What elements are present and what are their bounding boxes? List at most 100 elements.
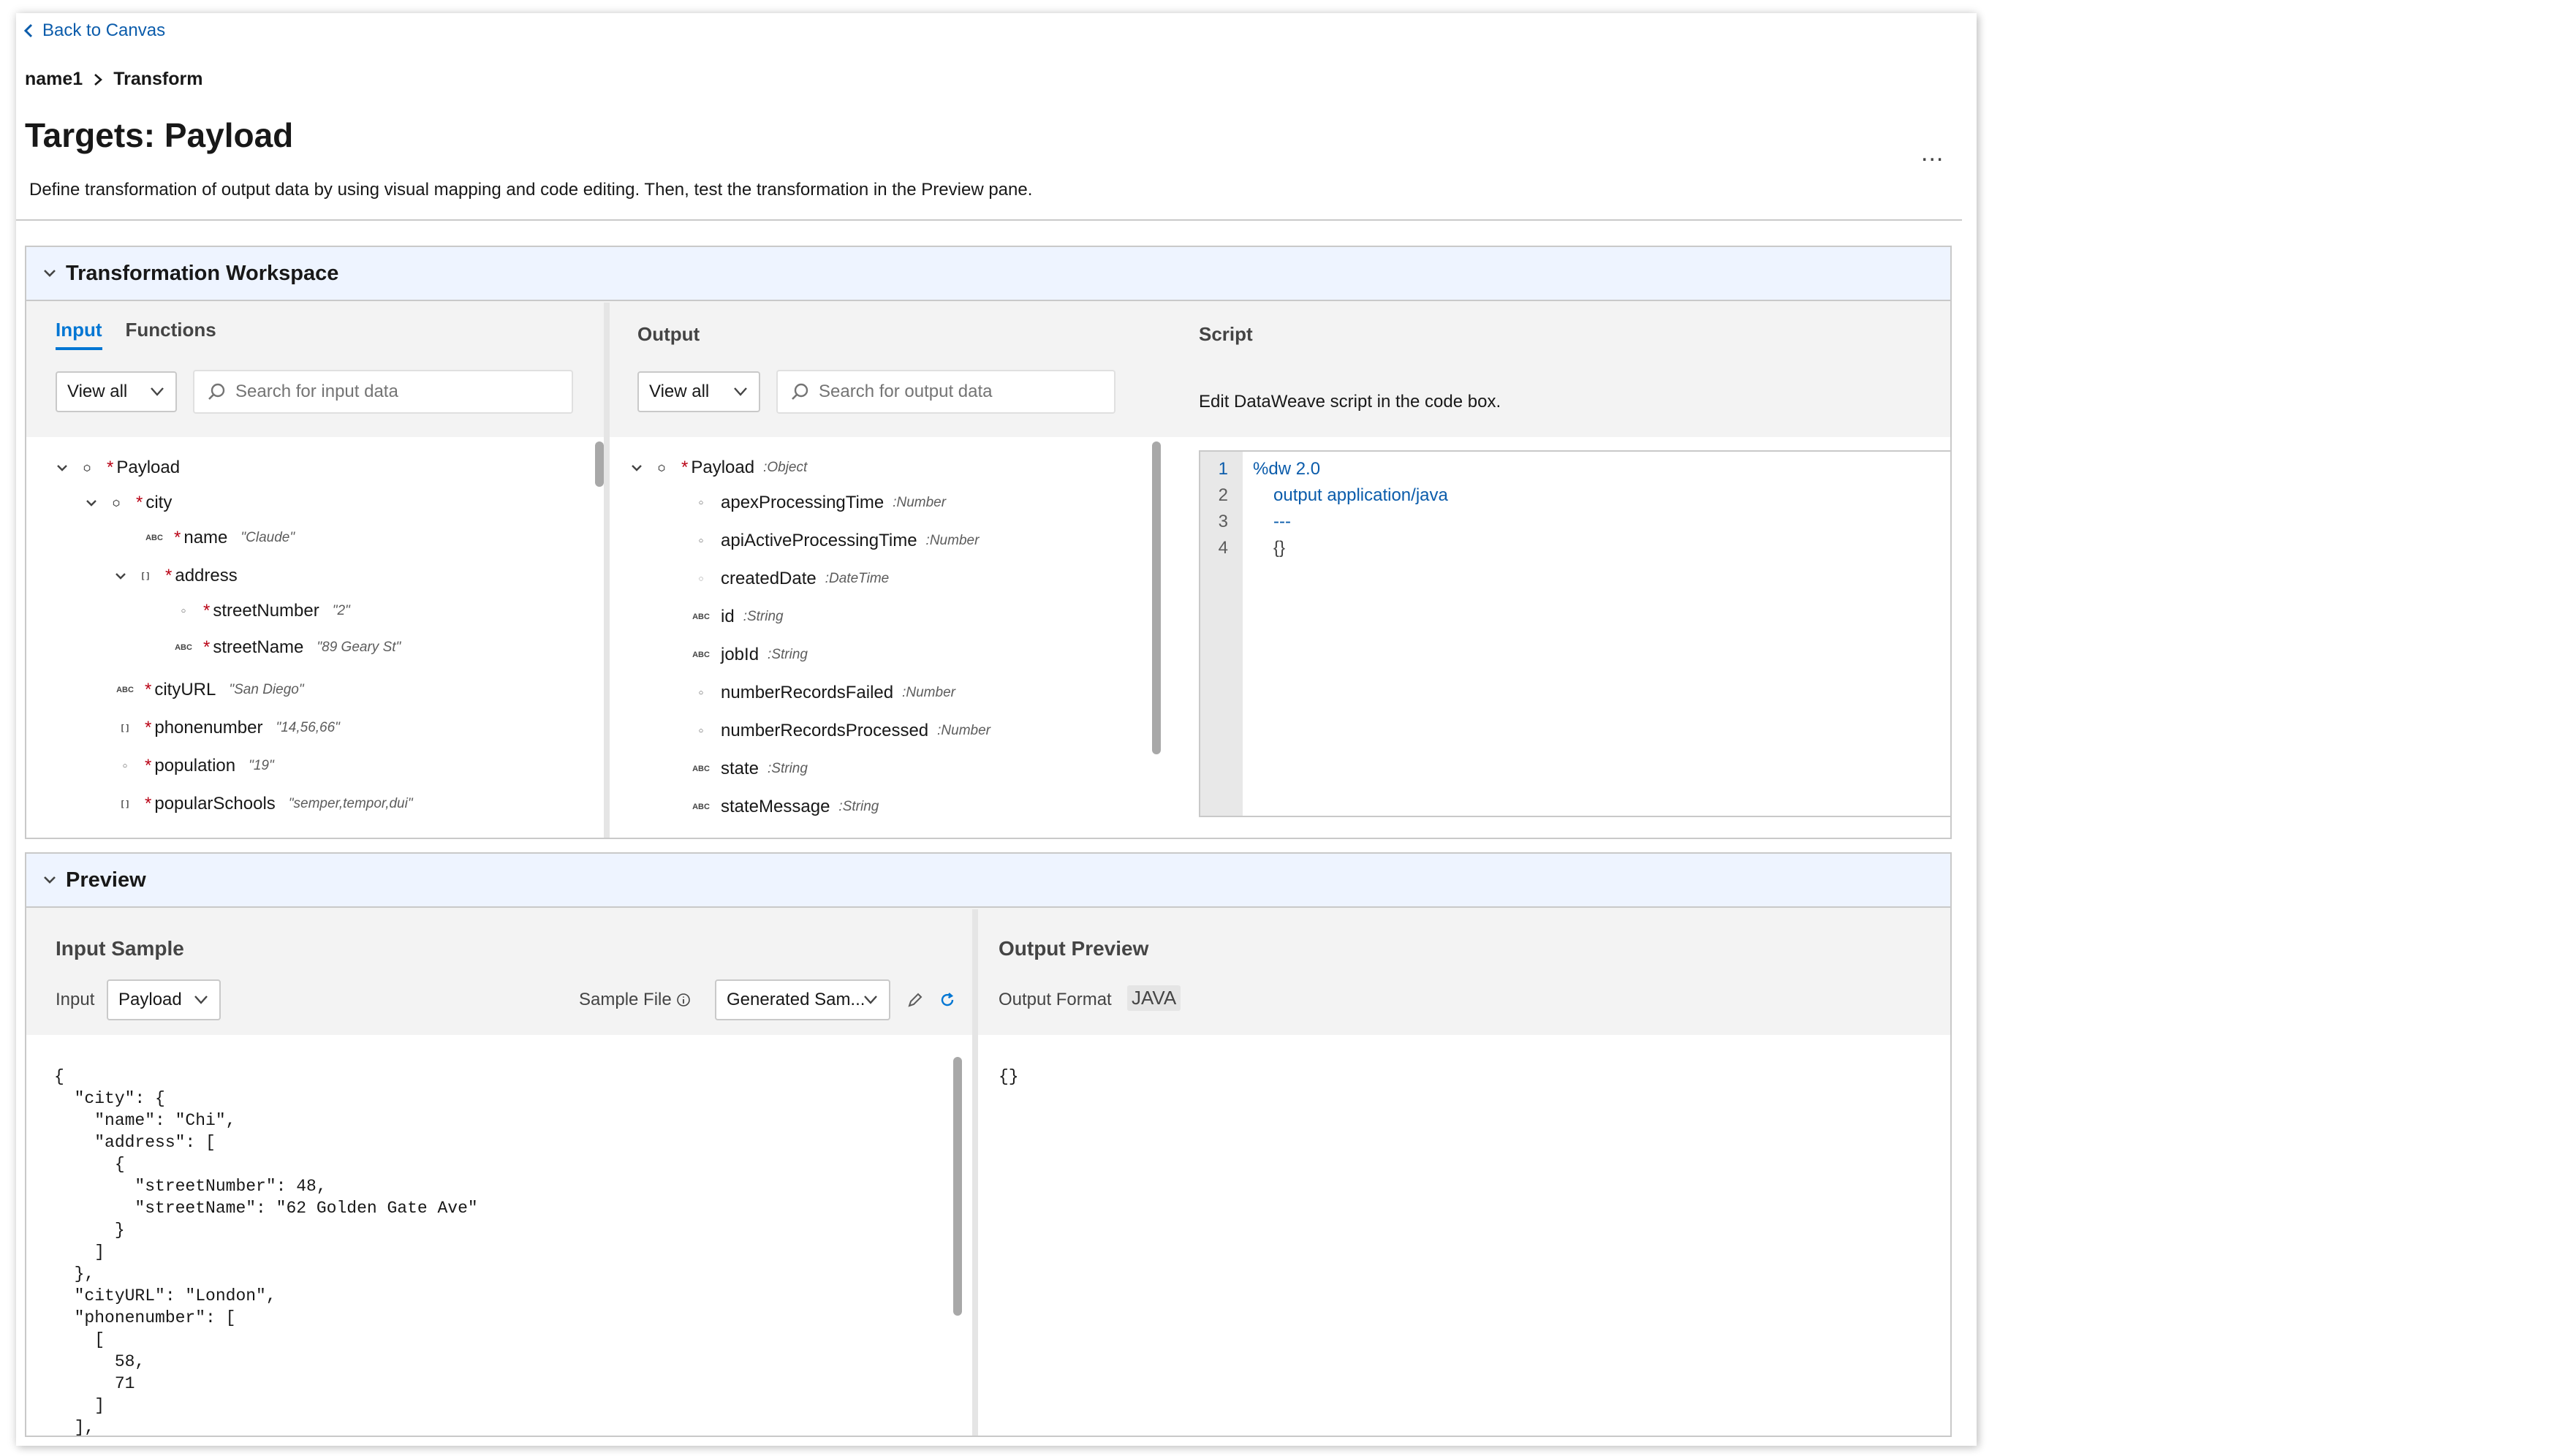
input-tree-row[interactable]: ABC * streetName "89 Geary St"	[175, 636, 401, 659]
refresh-icon[interactable]	[939, 991, 956, 1009]
input-search-input[interactable]	[235, 382, 572, 402]
chevron-down-icon[interactable]	[630, 461, 643, 474]
output-tree-row[interactable]: ○ apexProcessingTime :Number	[693, 491, 946, 515]
code-line[interactable]: %dw 2.0	[1253, 459, 1320, 479]
output-tree-row[interactable]: ○ numberRecordsProcessed :Number	[693, 719, 990, 743]
tree-node-label: cityURL	[154, 680, 216, 699]
tree-node-label: population	[154, 756, 236, 776]
output-preview-json: {}	[999, 1067, 1019, 1086]
info-icon[interactable]	[676, 993, 691, 1007]
number-icon: ○	[698, 727, 704, 735]
output-format-label: Output Format	[999, 990, 1112, 1009]
output-tree-row[interactable]: ABC jobId :String	[692, 643, 808, 667]
tree-node-label: streetName	[213, 637, 304, 657]
input-tree-scrollbar[interactable]	[595, 441, 604, 487]
input-view-select-value: View all	[67, 382, 128, 401]
column-divider	[604, 303, 610, 838]
chevron-down-icon[interactable]	[114, 569, 127, 583]
sample-value: "Claude"	[240, 530, 295, 545]
line-number: 3	[1218, 512, 1228, 531]
output-tree-row[interactable]: ◌ createdDate :DateTime	[693, 567, 890, 591]
chevron-left-icon	[23, 23, 33, 38]
sample-value: "semper,tempor,dui"	[288, 796, 413, 811]
sample-value: "San Diego"	[229, 682, 304, 697]
chevron-down-icon[interactable]	[56, 461, 69, 474]
tree-node-label: name	[183, 528, 228, 547]
type-label: :String	[743, 609, 784, 624]
sample-file-select[interactable]: Generated Sam...	[715, 979, 890, 1020]
output-tree-row[interactable]: ABC id :String	[692, 605, 784, 629]
script-code-editor[interactable]: 1 2 3 4 %dw 2.0 output application/java …	[1199, 450, 1950, 817]
output-preview-body: {}	[978, 1035, 1950, 1436]
tab-input[interactable]: Input	[56, 319, 102, 350]
input-tree-row[interactable]: [ ] * popularSchools "semper,tempor,dui"	[117, 792, 413, 816]
input-tree-row[interactable]: ABC * name "Claude"	[145, 526, 295, 550]
input-tree-row[interactable]: ⬡ * Payload	[56, 456, 180, 479]
tree-node-label: popularSchools	[154, 794, 276, 814]
number-icon: ○	[122, 762, 128, 770]
datetime-icon: ◌	[698, 575, 704, 583]
output-search-field[interactable]	[776, 370, 1115, 414]
breadcrumb-item-name1[interactable]: name1	[25, 69, 83, 90]
column-divider	[972, 909, 978, 1436]
type-label: :Number	[902, 685, 955, 700]
tree-node-label: apiActiveProcessingTime	[721, 531, 917, 550]
more-actions-button[interactable]: ...	[1921, 139, 1944, 167]
line-number: 1	[1218, 459, 1228, 479]
input-tree-row[interactable]: ⬡ * city	[85, 491, 172, 515]
input-sample-json[interactable]: { "city": { "name": "Chi", "address": [ …	[54, 1066, 478, 1436]
script-column-header: Script Edit DataWeave script in the code…	[1170, 303, 1950, 437]
input-search-field[interactable]	[193, 370, 573, 414]
tree-node-label: stateMessage	[721, 797, 830, 816]
chevron-down-icon[interactable]	[85, 496, 98, 509]
type-label: :Number	[937, 723, 990, 738]
tree-node-label: id	[721, 607, 735, 626]
output-tree-row[interactable]: ○ apiActiveProcessingTime :Number	[693, 529, 980, 553]
tab-functions[interactable]: Functions	[126, 319, 216, 350]
input-column: Input Functions View all ⬡ *	[26, 303, 604, 838]
preview-header[interactable]: Preview	[26, 854, 1950, 908]
text-icon: ABC	[692, 651, 710, 659]
type-label: :String	[838, 799, 879, 814]
edit-icon[interactable]	[906, 991, 924, 1009]
back-to-canvas-link[interactable]: Back to Canvas	[22, 20, 165, 41]
input-tree-row[interactable]: ○ * streetNumber "2"	[175, 599, 350, 623]
tree-node-label: city	[145, 493, 173, 512]
input-payload-select[interactable]: Payload	[107, 979, 221, 1020]
number-icon: ○	[181, 607, 186, 615]
output-tree-row[interactable]: ABC stateMessage :String	[692, 795, 879, 819]
code-line[interactable]: ---	[1273, 512, 1291, 532]
output-tree-scrollbar[interactable]	[1152, 441, 1161, 754]
output-format-value: JAVA	[1127, 985, 1181, 1011]
output-view-select-value: View all	[649, 382, 710, 401]
output-search-input[interactable]	[819, 382, 1114, 402]
header-divider	[16, 219, 1962, 221]
output-tree-row[interactable]: ABC state :String	[692, 757, 808, 781]
object-icon: ⬡	[658, 463, 665, 473]
text-icon: ABC	[692, 613, 710, 621]
code-line[interactable]: output application/java	[1273, 485, 1448, 506]
required-marker: *	[107, 458, 114, 477]
workspace-header[interactable]: Transformation Workspace	[26, 247, 1950, 301]
output-view-select[interactable]: View all	[637, 371, 760, 412]
output-tree-row[interactable]: ○ numberRecordsFailed :Number	[693, 681, 955, 705]
chevron-down-icon	[734, 387, 747, 396]
input-tree-row[interactable]: ABC * cityURL "San Diego"	[116, 678, 304, 702]
input-tree: ⬡ * Payload ⬡ * city ABC * name "Claude"	[26, 437, 604, 838]
required-marker: *	[174, 528, 181, 547]
input-view-select[interactable]: View all	[56, 371, 177, 412]
script-column: Script Edit DataWeave script in the code…	[1170, 303, 1950, 838]
input-tabs: Input Functions	[56, 319, 216, 350]
input-tree-row[interactable]: [ ] * phonenumber "14,56,66"	[117, 716, 340, 740]
required-marker: *	[165, 566, 173, 585]
preview-title: Preview	[66, 868, 146, 892]
input-sample-scrollbar[interactable]	[953, 1057, 962, 1316]
output-tree-row[interactable]: ⬡ * Payload :Object	[630, 456, 807, 479]
input-tree-row[interactable]: [ ] * address	[114, 564, 238, 588]
line-number-gutter: 1 2 3 4	[1200, 452, 1243, 816]
input-tree-row[interactable]: ○ * population "19"	[117, 754, 274, 778]
chevron-down-icon	[151, 387, 164, 396]
type-label: :Number	[925, 533, 980, 548]
code-line[interactable]: {}	[1273, 538, 1285, 558]
required-marker: *	[681, 458, 689, 477]
